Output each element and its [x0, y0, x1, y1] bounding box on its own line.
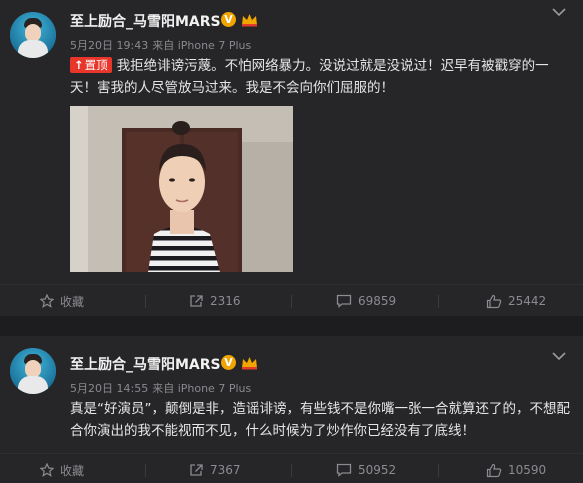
thumbs-up-icon: [486, 294, 502, 308]
crown-icon[interactable]: [241, 12, 258, 27]
action-divider: [145, 295, 146, 308]
avatar[interactable]: [10, 12, 56, 58]
repost-icon: [190, 464, 203, 476]
post-text: 真是“好演员”，颠倒是非，造谣诽谤，有些钱不是你嘴一张一合就算还了的，不想配合你…: [70, 398, 570, 442]
action-divider: [291, 295, 292, 308]
favorite-button[interactable]: 收藏: [40, 285, 84, 317]
like-button[interactable]: 10590: [486, 454, 546, 483]
avatar[interactable]: [10, 348, 56, 394]
comment-icon: [336, 463, 352, 477]
post-meta: 5月20日 19:43 来自 iPhone 7 Plus: [70, 37, 251, 53]
action-divider: [438, 295, 439, 308]
chevron-down-icon[interactable]: [551, 350, 567, 362]
star-icon: [40, 294, 54, 308]
post-time[interactable]: 5月20日 19:43: [70, 39, 148, 52]
star-icon: [40, 463, 54, 477]
crown-icon[interactable]: [241, 355, 258, 370]
like-button[interactable]: 25442: [486, 285, 546, 317]
post-source: 来自 iPhone 7 Plus: [152, 39, 252, 52]
action-bar: 收藏 2316 69859 25442: [0, 284, 583, 316]
verified-v-icon: V: [221, 355, 236, 370]
post-meta: 5月20日 14:55 来自 iPhone 7 Plus: [70, 380, 251, 396]
pinned-badge: ↑置顶: [70, 57, 112, 73]
post-text: ↑置顶 我拒绝诽谤污蔑。不怕网络暴力。没说过就是没说过！迟早有被戳穿的一天！害我的…: [70, 55, 570, 99]
post-body: 真是“好演员”，颠倒是非，造谣诽谤，有些钱不是你嘴一张一合就算还了的，不想配合你…: [70, 401, 570, 439]
repost-icon: [190, 295, 203, 307]
repost-button[interactable]: 7367: [189, 454, 241, 483]
post-time[interactable]: 5月20日 14:55: [70, 382, 148, 395]
weibo-post: 至上励合_马雪阳MARS V 5月20日 14:55 来自 iPhone 7 Pl…: [0, 336, 583, 483]
action-divider: [145, 464, 146, 477]
post-source: 来自 iPhone 7 Plus: [152, 382, 252, 395]
post-body: 我拒绝诽谤污蔑。不怕网络暴力。没说过就是没说过！迟早有被戳穿的一天！害我的人尽管…: [70, 58, 549, 96]
action-bar: 收藏 7367 50952 10590: [0, 453, 583, 483]
verified-v-icon: V: [221, 12, 236, 27]
author-name[interactable]: 至上励合_马雪阳MARS: [70, 11, 221, 31]
thumbs-up-icon: [486, 463, 502, 477]
comment-button[interactable]: 50952: [336, 454, 396, 483]
post-separator: [0, 316, 583, 336]
favorite-button[interactable]: 收藏: [40, 454, 84, 483]
repost-button[interactable]: 2316: [189, 285, 241, 317]
action-divider: [291, 464, 292, 477]
post-photo[interactable]: [70, 106, 293, 272]
author-name[interactable]: 至上励合_马雪阳MARS: [70, 354, 221, 374]
portrait-image: [70, 106, 293, 272]
chevron-down-icon[interactable]: [551, 6, 567, 18]
pin-icon: ↑: [74, 58, 84, 72]
comment-icon: [336, 294, 352, 308]
action-divider: [438, 464, 439, 477]
comment-button[interactable]: 69859: [336, 285, 396, 317]
weibo-post: 至上励合_马雪阳MARS V 5月20日 19:43 来自 iPhone 7 Pl…: [0, 0, 583, 316]
